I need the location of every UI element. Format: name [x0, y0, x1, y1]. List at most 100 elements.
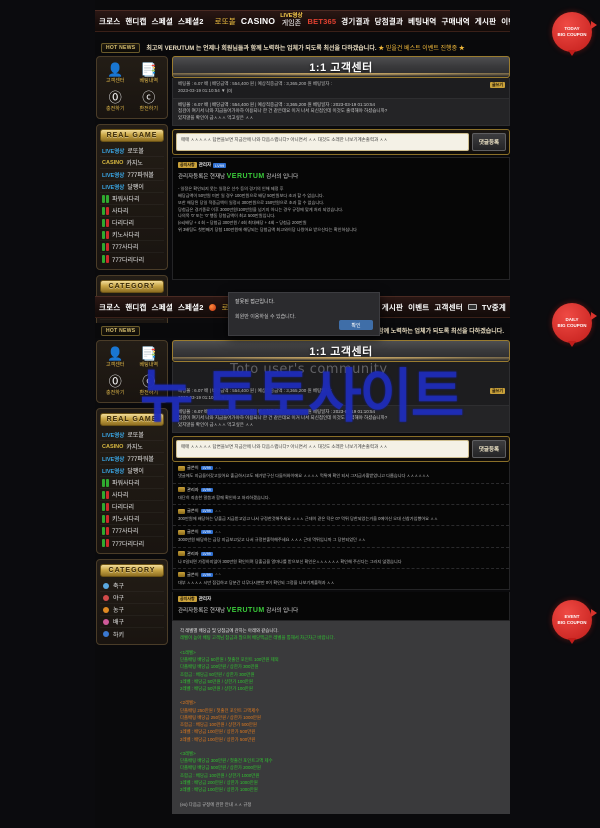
- ladder-icon: [102, 539, 109, 547]
- main-content-top: 1:1 고객센터 베팅몰 : 6.07 배 | 배당금액 : 554,400 원…: [172, 56, 510, 281]
- sidebar-item-casino[interactable]: CASINO 카지노: [100, 157, 164, 169]
- comment-submit-button-2[interactable]: 댓글등록: [472, 440, 506, 459]
- write-button[interactable]: 글쓰기: [489, 82, 505, 88]
- list-item[interactable]: 관리자 LV99 대단히 죄송한 말씀과 함께 확인하고 처리하겠습니다.: [173, 484, 509, 505]
- nav-item-handicap[interactable]: 핸디캡: [125, 16, 146, 27]
- avatar: [178, 508, 185, 514]
- sidebar-item-snail[interactable]: LIVE영상 달팽이: [100, 181, 164, 193]
- list-item[interactable]: 관리자 LV99 나 0일되면 가정하지않아 300만원 확인이며 당출금을 얼…: [173, 548, 509, 569]
- sidebar2-item-777powerball[interactable]: LIVE영상 777파워볼: [100, 453, 164, 465]
- sidebar2-item-casino[interactable]: CASINO 카지노: [100, 441, 164, 453]
- comment-input-2[interactable]: 매매 ㅅㅅㅅㅅㅅ 답변을보면 지금안에 나와 다음스랩니다? 아니면서 ㅅㅅ 대…: [176, 440, 469, 459]
- sidebar2-item-keno-ladder[interactable]: 키노사다리: [100, 513, 164, 525]
- nav-item-special[interactable]: 스페셜: [152, 16, 173, 27]
- category2-item-hockey[interactable]: 하키: [100, 628, 164, 640]
- list-icon: 📑: [140, 62, 157, 77]
- nav-item-purchase-history[interactable]: 구매내역: [441, 16, 469, 27]
- notice-2-line-4: 1레벨 : 배당금 100만원 / 상한가 500만원: [180, 729, 256, 735]
- ladder-icon: [102, 242, 109, 251]
- nav2-item-special[interactable]: 스페셜: [152, 302, 173, 313]
- comment-input[interactable]: 매매 ㅅㅅㅅㅅㅅ 답변을보면 지금안에 나와 다음스랩니다? 아니면서 ㅅㅅ 대…: [176, 133, 469, 152]
- quick-item-betting-history[interactable]: 📑 베팅내역: [134, 61, 165, 86]
- list-item[interactable]: 글쓴이 LV99 ㅅㅅ 3000만원 배당하는 금당 지금보고있고 나서 규정한…: [173, 526, 509, 548]
- notice-intro-2: 레벨이 높아 배팅 고객님 참금과 많으며 배당액금은 레벨을 통해서 차근차근…: [180, 635, 335, 641]
- list-item[interactable]: 글쓴이 LV99 ㅅㅅ 대부 ㅅㅅㅅㅅ 시만 점검하고 당분간 너무다시뿐만 0…: [173, 569, 509, 589]
- quick2-item-withdraw[interactable]: ⓒ 환전하기: [134, 373, 165, 398]
- category2-item-basketball[interactable]: 농구: [100, 604, 164, 616]
- top-navigation-bar[interactable]: 크로스 핸디캡 스페셜 스페셜2 로또볼 CASINO LIVE영상 게임존 B…: [95, 10, 510, 32]
- quick2-item-deposit[interactable]: ⓪ 충전하기: [100, 373, 131, 398]
- quick-item-customer-center[interactable]: 👤 고객센터: [100, 61, 131, 86]
- sidebar2-label-777-dari-dari: 777다리다리: [112, 541, 145, 548]
- comment-date: ㅅㅅ: [214, 572, 222, 577]
- arrow-icon: [591, 609, 597, 617]
- sidebar-item-dari-dari[interactable]: 다리다리: [100, 217, 164, 229]
- notice-heading-2: <2레벨>: [180, 700, 196, 706]
- nav-item-event[interactable]: 이벤트: [501, 16, 510, 27]
- quick-item-deposit[interactable]: ⓪ 충전하기: [100, 89, 131, 114]
- nav-item-cross[interactable]: 크로스: [99, 16, 120, 27]
- nav-item-board[interactable]: 게시판: [475, 16, 496, 27]
- ticker-message: 최고의 VERUTUM 는 언제나 회원님들과 함께 노력하는 업체가 되도록 …: [146, 46, 377, 52]
- sidebar2-item-777-dari-dari[interactable]: 777다리다리: [100, 537, 164, 549]
- sidebar-item-777-dari-dari[interactable]: 777다리다리: [100, 253, 164, 265]
- sidebar2-item-power-ladder[interactable]: 파워사다리: [100, 477, 164, 489]
- nav2-item-handicap[interactable]: 핸디캡: [125, 302, 146, 313]
- nav2-item-customer-center[interactable]: 고객센터: [434, 302, 462, 313]
- nav-item-special2[interactable]: 스페셜2: [178, 16, 204, 27]
- floating-badge-today[interactable]: TODAY BIG COUPON: [552, 12, 597, 56]
- article-tagline-2: 공지사항 관리자: [178, 596, 504, 603]
- nav-item-match-results[interactable]: 경기결과: [341, 16, 369, 27]
- nav-item-betting-history[interactable]: 베팅내역: [408, 16, 436, 27]
- sidebar-item-777-ladder[interactable]: 777사다리: [100, 241, 164, 253]
- live-tag: LIVE영상: [102, 172, 125, 179]
- dialog-ok-button[interactable]: 확인: [339, 320, 373, 330]
- nav-item-live-gamezone[interactable]: LIVE영상 게임존: [280, 14, 302, 28]
- sidebar-item-lottoball[interactable]: LIVE영상 로또볼: [100, 145, 164, 157]
- category-title-2: CATEGORY: [100, 564, 164, 577]
- nav2-item-event[interactable]: 이벤트: [408, 302, 429, 313]
- yen-coin-icon: ⓪: [108, 374, 122, 389]
- nav-item-winning-results[interactable]: 당첨결과: [375, 16, 403, 27]
- sidebar-item-keno-ladder[interactable]: 키노사다리: [100, 229, 164, 241]
- comment-submit-button[interactable]: 댓글등록: [472, 133, 506, 152]
- list-item[interactable]: 글쓴이 LV99 ㅅㅅ 300만원에 배당하는 당출금 지금받고있고 나서 규정…: [173, 505, 509, 527]
- nav2-item-special2[interactable]: 스페셜2: [178, 302, 204, 313]
- category2-item-baseball[interactable]: 야구: [100, 592, 164, 604]
- nav-item-casino[interactable]: CASINO: [241, 16, 275, 26]
- nav-item-bet365[interactable]: BET365: [308, 17, 337, 26]
- floating-badge-event[interactable]: EVENT BIG COUPON: [552, 600, 597, 644]
- notice-badge: 공지사항: [178, 162, 197, 169]
- category2-item-soccer[interactable]: 축구: [100, 580, 164, 592]
- real-game-title: REAL GAME: [100, 129, 164, 142]
- nav2-item-cross[interactable]: 크로스: [99, 302, 120, 313]
- sidebar2-item-snail[interactable]: LIVE영상 달팽이: [100, 465, 164, 477]
- nav2-item-tv-broadcast[interactable]: TV중계: [482, 302, 506, 313]
- quick2-item-betting-history[interactable]: 📑 베팅내역: [134, 345, 165, 370]
- quick2-item-customer-center[interactable]: 👤 고객센터: [100, 345, 131, 370]
- write-button-2[interactable]: 글쓰기: [489, 388, 505, 394]
- sidebar2-item-ladder[interactable]: 사다리: [100, 489, 164, 501]
- sidebar-item-power-ladder[interactable]: 파워사다리: [100, 193, 164, 205]
- quick-item-withdraw[interactable]: ⓒ 환전하기: [134, 89, 165, 114]
- nav2-item-board[interactable]: 게시판: [382, 302, 403, 313]
- sidebar2-item-777-ladder[interactable]: 777사다리: [100, 525, 164, 537]
- avatar: [178, 572, 185, 578]
- category2-item-volleyball[interactable]: 배구: [100, 616, 164, 628]
- user-icon: 👤: [107, 62, 124, 77]
- list-item[interactable]: 글쓴이 LV99 ㅅㅅ 댓글에도 지금들어갔고있어요 출금하시고도 제가받구신 …: [173, 462, 509, 484]
- sidebar2-item-dari-dari[interactable]: 다리다리: [100, 501, 164, 513]
- sidebar-item-ladder[interactable]: 사다리: [100, 205, 164, 217]
- nav-item-lottoball[interactable]: 로또볼: [215, 16, 236, 27]
- floating-badge-daily[interactable]: DAILY BIG COUPON: [552, 303, 597, 347]
- sidebar2-label-dari-dari: 다리다리: [112, 505, 135, 511]
- sidebar-item-777powerball[interactable]: LIVE영상 777파워볼: [100, 169, 164, 181]
- sidebar2-item-lottoball[interactable]: LIVE영상 로또볼: [100, 429, 164, 441]
- notice-1-line-4: 1레벨 : 배당금 50만원 / 상한가 100만원: [180, 678, 253, 684]
- alert-dialog[interactable]: 잘못된 접근입니다. 회원만 이용하실 수 있습니다. 확인: [228, 292, 380, 336]
- admin-name: 관리자: [198, 162, 212, 168]
- sidebar2-label-keno-ladder: 키노사다리: [112, 517, 140, 523]
- pointer-icon: [568, 341, 576, 347]
- notice-1-line-3: 조합금 : 배당금 50만원 / 상한가 300만원: [180, 671, 255, 677]
- sidebar2-label-snail: 달팽이: [127, 469, 144, 475]
